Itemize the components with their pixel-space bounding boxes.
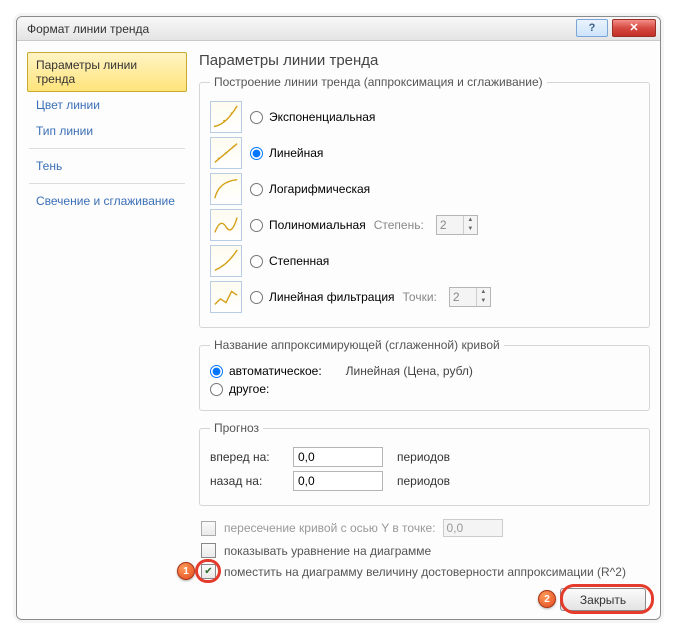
intercept-input [443,519,503,537]
degree-label: Степень: [374,218,424,232]
window-title: Формат линии тренда [27,22,149,36]
radio-moving-average[interactable]: Линейная фильтрация [250,290,395,304]
callout-1: 1 [177,562,195,580]
callout-2: 2 [538,590,556,608]
checkbox-icon [201,543,216,558]
name-group: Название аппроксимирующей (сглаженной) к… [199,338,650,411]
exponential-icon [210,101,242,133]
sidebar-item-trend-params[interactable]: Параметры линии тренда [27,52,187,92]
trend-row: Полиномиальная Степень: ▲▼ [210,209,639,241]
moving-average-icon [210,281,242,313]
forecast-legend: Прогноз [210,421,263,435]
auto-name-value: Линейная (Цена, рубл) [346,364,473,378]
sidebar-item-line-color[interactable]: Цвет линии [27,92,187,118]
linear-icon [210,137,242,169]
points-spinner: ▲▼ [449,287,491,307]
radio-polynomial[interactable]: Полиномиальная [250,218,366,232]
close-button[interactable]: Закрыть [560,588,646,611]
forward-label: вперед на: [210,450,285,464]
trend-row: Линейная фильтрация Точки: ▲▼ [210,281,639,313]
backward-unit: периодов [397,474,450,488]
sidebar-item-line-type[interactable]: Тип линии [27,118,187,144]
checkbox-icon: ✔ [201,564,216,579]
dialog-window: Формат линии тренда ? ✕ Параметры линии … [16,16,661,620]
help-button[interactable]: ? [576,19,608,37]
main-heading: Параметры линии тренда [199,52,650,69]
checkbox-icon [201,521,216,536]
degree-spinner: ▲▼ [436,215,478,235]
trend-row: Экспоненциальная [210,101,639,133]
titlebar: Формат линии тренда ? ✕ [17,17,660,41]
trend-type-legend: Построение линии тренда (аппроксимация и… [210,75,547,89]
trend-row: Линейная [210,137,639,169]
points-label: Точки: [403,290,437,304]
radio-logarithmic[interactable]: Логарифмическая [250,182,370,196]
radio-linear[interactable]: Линейная [250,146,323,160]
name-legend: Название аппроксимирующей (сглаженной) к… [210,338,504,352]
radio-name-auto[interactable]: автоматическое: [210,364,322,378]
check-show-equation[interactable]: показывать уравнение на диаграмме [201,543,650,558]
dialog-body: Параметры линии тренда Цвет линии Тип ли… [17,41,660,619]
forward-unit: периодов [397,450,450,464]
radio-exponential[interactable]: Экспоненциальная [250,110,375,124]
logarithmic-icon [210,173,242,205]
sidebar-item-shadow[interactable]: Тень [27,153,187,179]
radio-power[interactable]: Степенная [250,254,329,268]
sidebar-item-glow[interactable]: Свечение и сглаживание [27,188,187,214]
sidebar: Параметры линии тренда Цвет линии Тип ли… [27,52,187,611]
main-panel: Параметры линии тренда Построение линии … [187,52,650,611]
check-intercept: пересечение кривой с осью Y в точке: [201,519,650,537]
backward-input[interactable] [293,471,383,491]
check-show-r-squared[interactable]: 1 ✔ поместить на диаграмму величину дост… [201,564,650,579]
polynomial-icon [210,209,242,241]
trend-row: Логарифмическая [210,173,639,205]
power-icon [210,245,242,277]
trend-row: Степенная [210,245,639,277]
close-window-button[interactable]: ✕ [612,19,656,37]
radio-name-other[interactable]: другое: [210,382,269,396]
forward-input[interactable] [293,447,383,467]
forecast-group: Прогноз вперед на: периодов назад на: пе… [199,421,650,506]
trend-type-group: Построение линии тренда (аппроксимация и… [199,75,650,328]
backward-label: назад на: [210,474,285,488]
